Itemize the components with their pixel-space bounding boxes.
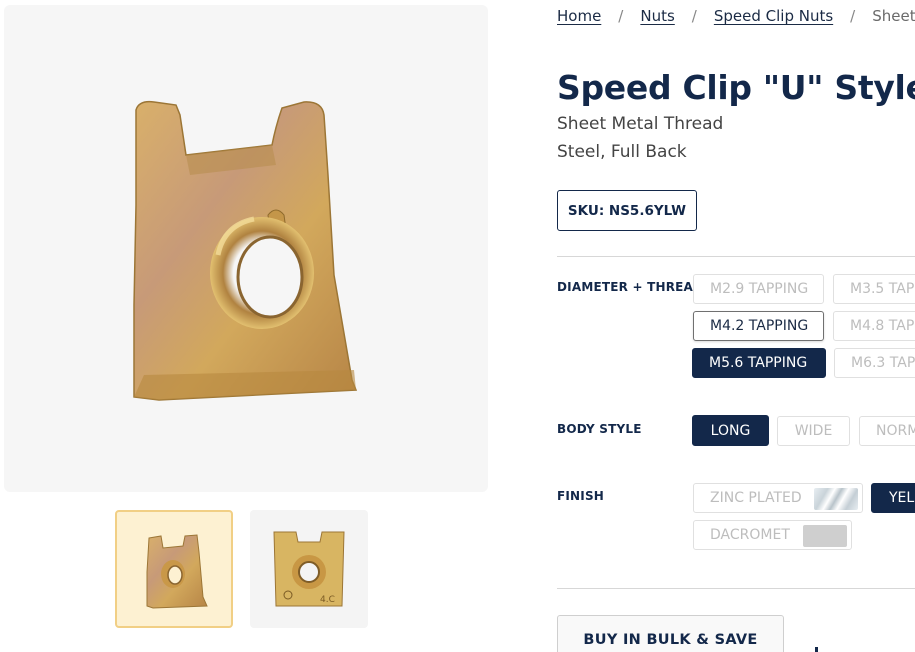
option-yellow[interactable]: YEL: [871, 483, 915, 513]
divider: [557, 588, 915, 589]
option-m3-5-tapping[interactable]: M3.5 TAPP: [833, 274, 915, 304]
product-details-panel: Home / Nuts / Speed Clip Nuts / Sheet Me Speed…: [557, 0, 915, 652]
product-subtitle-material: Steel, Full Back: [557, 142, 687, 162]
breadcrumb-separator: /: [850, 7, 856, 25]
breadcrumb-link-nuts[interactable]: Nuts: [640, 7, 674, 25]
option-m4-2-tapping[interactable]: M4.2 TAPPING: [693, 311, 824, 341]
product-title: Speed Clip "U" Style: [557, 68, 915, 107]
speed-clip-front-icon: 4.C: [273, 531, 345, 607]
diameter-thread-label: DIAMETER + THREAD: [557, 280, 704, 294]
thumbnail-stamp: 4.C: [320, 595, 335, 605]
speed-clip-product-icon: [133, 100, 358, 401]
option-zinc-plated-label: ZINC PLATED: [710, 490, 802, 506]
thumbnail-2[interactable]: 4.C: [250, 510, 368, 628]
option-m4-8-tapping[interactable]: M4.8 TAPP: [833, 311, 915, 341]
thumbnail-1[interactable]: [115, 510, 233, 628]
product-subtitle-thread: Sheet Metal Thread: [557, 114, 724, 134]
speed-clip-side-icon: [146, 534, 208, 609]
option-m2-9-tapping[interactable]: M2.9 TAPPING: [693, 274, 824, 304]
option-normal[interactable]: NORM: [859, 416, 915, 446]
option-m5-6-tapping[interactable]: M5.6 TAPPING: [692, 348, 826, 378]
breadcrumb: Home / Nuts / Speed Clip Nuts / Sheet Me: [557, 7, 915, 25]
body-style-label: BODY STYLE: [557, 422, 642, 436]
finish-label: FINISH: [557, 489, 605, 503]
dacromet-swatch: [803, 525, 847, 547]
cutoff-element: [815, 647, 818, 652]
sku-badge: SKU: NS5.6YLW: [557, 190, 697, 231]
option-long[interactable]: LONG: [692, 415, 769, 446]
option-dacromet-label: DACROMET: [710, 527, 790, 543]
option-zinc-plated[interactable]: ZINC PLATED: [693, 483, 863, 513]
breadcrumb-separator: /: [618, 7, 624, 25]
option-wide[interactable]: WIDE: [777, 416, 850, 446]
buy-in-bulk-button[interactable]: BUY IN BULK & SAVE: [557, 615, 784, 652]
breadcrumb-link-home[interactable]: Home: [557, 7, 601, 25]
breadcrumb-current: Sheet Me: [872, 7, 915, 25]
breadcrumb-separator: /: [691, 7, 697, 25]
main-product-image[interactable]: [4, 5, 488, 492]
breadcrumb-link-speed-clip-nuts[interactable]: Speed Clip Nuts: [714, 7, 833, 25]
zinc-swatch: [814, 488, 858, 510]
option-dacromet[interactable]: DACROMET: [693, 520, 852, 550]
divider: [557, 256, 915, 257]
option-m6-3-tapping[interactable]: M6.3 TAPP: [834, 348, 915, 378]
